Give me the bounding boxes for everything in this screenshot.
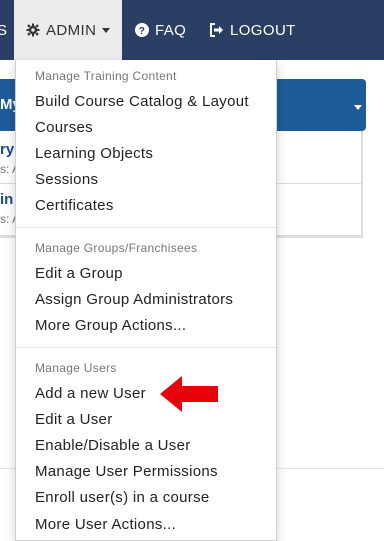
section-header-users: Manage Users <box>35 361 117 375</box>
menu-item-more-user-actions[interactable]: More User Actions... <box>35 516 176 533</box>
nav-logout-link[interactable]: LOGOUT <box>209 0 296 60</box>
menu-item-build-course-catalog[interactable]: Build Course Catalog & Layout <box>35 93 249 110</box>
menu-item-assign-group-admins[interactable]: Assign Group Administrators <box>35 291 233 308</box>
menu-item-edit-group[interactable]: Edit a Group <box>35 265 123 282</box>
list-item-title[interactable]: ry <box>0 141 14 158</box>
nav-item-partial-label: S <box>0 21 8 39</box>
panel-chevron-down-icon[interactable] <box>354 105 362 110</box>
menu-divider <box>16 227 276 228</box>
section-header-training: Manage Training Content <box>35 69 177 83</box>
admin-dropdown-menu: Manage Training Content Build Course Cat… <box>15 60 277 541</box>
menu-item-add-user[interactable]: Add a new User <box>35 385 146 402</box>
menu-item-enroll-users[interactable]: Enroll user(s) in a course <box>35 489 210 506</box>
list-item-title[interactable]: in <box>0 191 13 208</box>
top-navbar: S ADMIN ? FAQ LOGOUT <box>0 0 384 60</box>
menu-item-sessions[interactable]: Sessions <box>35 171 98 188</box>
sign-out-icon <box>209 23 224 37</box>
menu-item-more-group-actions[interactable]: More Group Actions... <box>35 317 186 334</box>
section-header-groups: Manage Groups/Franchisees <box>35 241 198 255</box>
gear-icon <box>26 23 40 37</box>
menu-item-enable-disable-user[interactable]: Enable/Disable a User <box>35 437 191 454</box>
red-arrow-left-icon <box>158 374 220 419</box>
nav-admin-menu[interactable]: ADMIN <box>14 0 122 60</box>
nav-faq-link[interactable]: ? FAQ <box>135 0 186 60</box>
menu-divider <box>16 347 276 348</box>
nav-faq-label: FAQ <box>155 21 187 39</box>
menu-item-edit-user[interactable]: Edit a User <box>35 411 113 428</box>
menu-item-learning-objects[interactable]: Learning Objects <box>35 145 153 162</box>
menu-item-manage-permissions[interactable]: Manage User Permissions <box>35 463 218 480</box>
svg-text:?: ? <box>139 26 146 37</box>
nav-item-partial[interactable]: S <box>0 0 12 60</box>
chevron-down-icon <box>102 27 111 33</box>
nav-admin-label: ADMIN <box>46 21 97 39</box>
nav-logout-label: LOGOUT <box>230 21 296 39</box>
menu-item-certificates[interactable]: Certificates <box>35 197 114 214</box>
question-circle-icon: ? <box>135 23 149 37</box>
menu-item-courses[interactable]: Courses <box>35 119 93 136</box>
